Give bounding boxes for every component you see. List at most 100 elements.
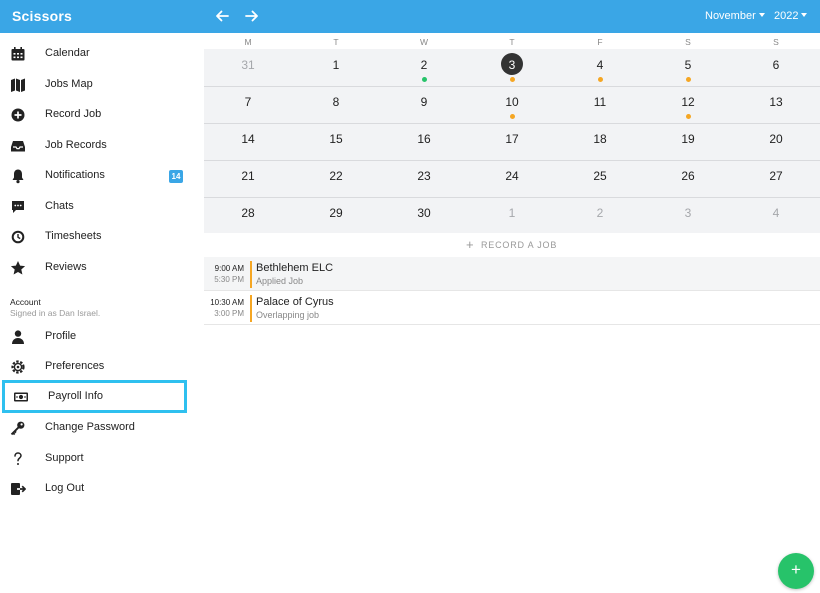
sidebar-item-label: Timesheets [45, 230, 102, 242]
calendar-day[interactable]: 9 [380, 86, 468, 123]
event-dot [510, 77, 515, 82]
calendar-day[interactable]: 5 [644, 49, 732, 86]
forward-arrow-icon[interactable] [242, 6, 262, 26]
year-dropdown[interactable]: 2022 [774, 10, 808, 22]
day-number: 28 [241, 206, 255, 220]
job-start-time: 9:00 AM [214, 264, 244, 273]
calendar-day[interactable]: 3 [644, 197, 732, 234]
calendar-day[interactable]: 26 [644, 160, 732, 197]
calendar-day[interactable]: 13 [732, 86, 820, 123]
job-name: Bethlehem ELC [256, 262, 334, 274]
day-number: 12 [681, 95, 695, 109]
job-status: Overlapping job [256, 310, 320, 320]
record-a-job-button[interactable]: + RECORD A JOB [204, 233, 820, 257]
day-number: 3 [684, 206, 692, 220]
sidebar-item-label: Log Out [45, 482, 85, 494]
day-number: 29 [329, 206, 343, 220]
calendar-day[interactable]: 2 [556, 197, 644, 234]
day-number: 22 [329, 169, 343, 183]
calendar-day[interactable]: 28 [204, 197, 292, 234]
calendar-day[interactable]: 19 [644, 123, 732, 160]
calendar-day[interactable]: 4 [732, 197, 820, 234]
calendar-day[interactable]: 16 [380, 123, 468, 160]
day-number: 1 [332, 58, 340, 72]
year-value: 2022 [774, 10, 799, 22]
calendar-day[interactable]: 23 [380, 160, 468, 197]
bell-icon [10, 168, 26, 184]
sidebar-item-log-out[interactable]: Log Out [0, 474, 196, 504]
day-number: 24 [505, 169, 519, 183]
calendar-day[interactable]: 27 [732, 160, 820, 197]
sidebar-item-profile[interactable]: Profile [0, 322, 196, 352]
calendar-day[interactable]: 14 [204, 123, 292, 160]
calendar-day[interactable]: 12 [644, 86, 732, 123]
calendar-day[interactable]: 24 [468, 160, 556, 197]
day-number: 13 [769, 95, 783, 109]
calendar-day[interactable]: 4 [556, 49, 644, 86]
list-item[interactable]: 10:30 AM 3:00 PM Palace of Cyrus Overlap… [204, 291, 820, 324]
calendar-day[interactable]: 17 [468, 123, 556, 160]
top-bar [0, 0, 820, 33]
event-dot [686, 77, 691, 82]
signed-in-text: Signed in as Dan Israel. [10, 308, 101, 318]
question-icon [10, 451, 26, 467]
day-number: 30 [417, 206, 431, 220]
sidebar-item-job-records[interactable]: Job Records [0, 131, 196, 161]
day-number: 19 [681, 132, 695, 146]
month-dropdown[interactable]: November [705, 10, 765, 22]
sidebar-item-label: Preferences [45, 360, 105, 372]
weekday-label: S [773, 37, 779, 47]
calendar-day[interactable]: 22 [292, 160, 380, 197]
calendar-day[interactable]: 18 [556, 123, 644, 160]
weekday-label: T [333, 37, 339, 47]
weekday-label: M [244, 37, 252, 47]
divider [204, 324, 820, 325]
sidebar-item-support[interactable]: Support [0, 444, 196, 474]
account-heading: Account [10, 297, 41, 307]
calendar-day[interactable]: 21 [204, 160, 292, 197]
sidebar-item-reviews[interactable]: Reviews [0, 253, 196, 283]
sidebar-item-label: Notifications [45, 169, 105, 181]
calendar-day[interactable]: 2 [380, 49, 468, 86]
calendar-day[interactable]: 20 [732, 123, 820, 160]
calendar-day[interactable]: 1 [292, 49, 380, 86]
calendar-day[interactable]: 10 [468, 86, 556, 123]
calendar-day[interactable]: 6 [732, 49, 820, 86]
chevron-down-icon [801, 13, 808, 18]
sidebar-item-payroll-info[interactable]: Payroll Info [2, 380, 187, 413]
day-number: 6 [772, 58, 780, 72]
sidebar-item-notifications[interactable]: Notifications 14 [0, 161, 196, 191]
back-arrow-icon[interactable] [212, 6, 232, 26]
sidebar-item-chats[interactable]: Chats [0, 192, 196, 222]
calendar-day[interactable]: 8 [292, 86, 380, 123]
calendar-day[interactable]: 11 [556, 86, 644, 123]
chevron-down-icon [758, 13, 765, 18]
calendar-day[interactable]: 7 [204, 86, 292, 123]
calendar-day[interactable]: 15 [292, 123, 380, 160]
calendar-day[interactable]: 30 [380, 197, 468, 234]
sidebar-item-preferences[interactable]: Preferences [0, 352, 196, 382]
sidebar-item-label: Profile [45, 330, 77, 342]
list-item[interactable]: 9:00 AM 5:30 PM Bethlehem ELC Applied Jo… [204, 257, 820, 290]
day-number: 26 [681, 169, 695, 183]
day-number: 5 [684, 58, 692, 72]
calendar-day[interactable]: 29 [292, 197, 380, 234]
day-number: 18 [593, 132, 607, 146]
calendar-day[interactable]: 25 [556, 160, 644, 197]
money-icon [13, 389, 29, 405]
calendar-day[interactable]: 31 [204, 49, 292, 86]
sidebar-item-jobs-map[interactable]: Jobs Map [0, 70, 196, 100]
add-fab-button[interactable]: + [778, 553, 814, 589]
sidebar-item-record-job[interactable]: Record Job [0, 100, 196, 130]
sidebar-item-change-password[interactable]: Change Password [0, 413, 196, 443]
sidebar-item-timesheets[interactable]: Timesheets [0, 222, 196, 252]
job-status: Applied Job [256, 276, 304, 286]
job-end-time: 3:00 PM [214, 309, 244, 318]
day-number: 4 [596, 58, 604, 72]
sidebar-item-label: Job Records [45, 139, 107, 151]
day-number: 15 [329, 132, 343, 146]
sidebar-item-calendar[interactable]: Calendar [0, 39, 196, 69]
chat-bubble-icon [10, 199, 26, 215]
calendar-day-today[interactable]: 3 [468, 49, 556, 86]
calendar-day[interactable]: 1 [468, 197, 556, 234]
